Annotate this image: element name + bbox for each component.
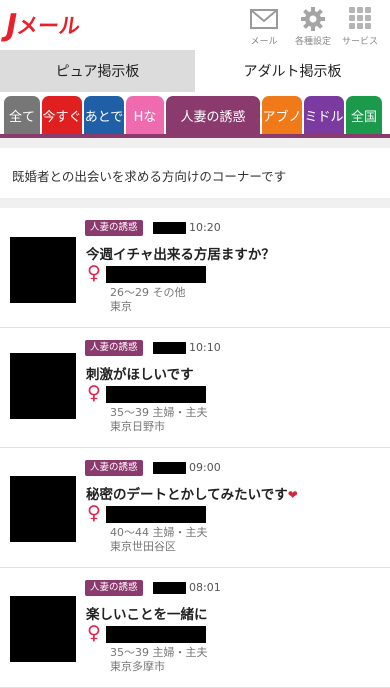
mail-button-label: メール xyxy=(250,37,278,47)
post-item[interactable]: 人妻の誘惑 08:01 楽しいことを一緒に ♀ 35〜39 主婦・主夫 東京多摩… xyxy=(0,568,390,688)
post-info: 35〜39 主婦・主夫 東京日野市 xyxy=(110,406,208,434)
category-tab-nationwide[interactable]: 全国 xyxy=(346,96,382,134)
category-badge: 人妻の誘惑 xyxy=(85,580,143,596)
app-header: J メール メール 各種設定 サービス xyxy=(0,0,390,50)
settings-button[interactable]: 各種設定 xyxy=(293,6,333,50)
post-title-text: 楽しいことを一緒に xyxy=(86,607,208,623)
mail-button[interactable]: メール xyxy=(244,6,284,50)
category-tabs: 全て 今すぐ あとで Hな 人妻の誘惑 アブノ ミドル 全国 xyxy=(0,96,390,134)
post-time: 09:00 xyxy=(189,461,221,474)
category-tab-h[interactable]: Hな xyxy=(126,96,164,134)
logo-text: メール xyxy=(15,14,82,38)
post-title-text: 秘密のデートとかしてみたいです xyxy=(86,487,288,503)
post-time: 08:01 xyxy=(189,581,221,594)
post-thumbnail[interactable] xyxy=(10,476,76,542)
redacted-nickname xyxy=(106,386,206,403)
post-title-text: 刺激がほしいです xyxy=(86,367,194,383)
category-tab-abnormal[interactable]: アブノ xyxy=(262,96,302,134)
category-tab-all[interactable]: 全て xyxy=(4,96,40,134)
board-tabs: ピュア掲示板 アダルト掲示板 xyxy=(0,50,390,92)
post-location: 東京多摩市 xyxy=(110,660,165,673)
post-title: 楽しいことを一緒に xyxy=(86,603,208,623)
post-item[interactable]: 人妻の誘惑 09:00 秘密のデートとかしてみたいです❤ ♀ 40〜44 主婦・… xyxy=(0,448,390,568)
services-button[interactable]: サービス xyxy=(340,6,380,50)
post-thumbnail[interactable] xyxy=(10,353,76,419)
section-divider xyxy=(0,138,390,148)
female-icon: ♀ xyxy=(87,382,101,404)
post-thumbnail[interactable] xyxy=(10,237,76,303)
female-icon: ♀ xyxy=(87,502,101,524)
category-tab-middle[interactable]: ミドル xyxy=(304,96,344,134)
category-badge: 人妻の誘惑 xyxy=(85,460,143,476)
redacted-name xyxy=(153,582,186,594)
post-title: 秘密のデートとかしてみたいです❤ xyxy=(86,483,298,503)
mail-icon xyxy=(250,9,278,29)
jmail-logo[interactable]: J メール xyxy=(6,11,82,41)
gear-icon xyxy=(301,7,325,31)
post-time: 10:20 xyxy=(189,221,221,234)
category-tab-now[interactable]: 今すぐ xyxy=(42,96,82,134)
post-location: 東京日野市 xyxy=(110,420,165,433)
grid-icon xyxy=(349,7,371,29)
category-badge: 人妻の誘惑 xyxy=(85,340,143,356)
post-item[interactable]: 人妻の誘惑 10:20 今週イチャ出来る方居ますか？ ♀ 26〜29 その他 東… xyxy=(0,208,390,328)
post-thumbnail[interactable] xyxy=(10,596,76,662)
post-location: 東京世田谷区 xyxy=(110,540,176,553)
post-info: 35〜39 主婦・主夫 東京多摩市 xyxy=(110,646,208,674)
post-item[interactable]: 人妻の誘惑 10:10 刺激がほしいです ♀ 35〜39 主婦・主夫 東京日野市 xyxy=(0,328,390,448)
redacted-nickname xyxy=(106,626,206,643)
post-age-occupation: 35〜39 主婦・主夫 xyxy=(110,406,208,419)
post-info: 40〜44 主婦・主夫 東京世田谷区 xyxy=(110,526,208,554)
category-tab-later[interactable]: あとで xyxy=(84,96,124,134)
post-title: 今週イチャ出来る方居ますか？ xyxy=(86,243,275,263)
redacted-nickname xyxy=(106,266,206,283)
redacted-name xyxy=(153,222,186,234)
corner-description: 既婚者との出会いを求める方向けのコーナーです xyxy=(12,169,287,184)
post-title-text: 今週イチャ出来る方居ますか？ xyxy=(86,247,275,263)
post-age-occupation: 40〜44 主婦・主夫 xyxy=(110,526,208,539)
female-icon: ♀ xyxy=(87,622,101,644)
redacted-name xyxy=(153,342,186,354)
post-info: 26〜29 その他 東京 xyxy=(110,286,186,314)
category-badge: 人妻の誘惑 xyxy=(85,220,143,236)
tab-adult-board[interactable]: アダルト掲示板 xyxy=(195,50,390,92)
redacted-name xyxy=(153,462,186,474)
services-button-label: サービス xyxy=(341,37,378,47)
post-time: 10:10 xyxy=(189,341,221,354)
post-age-occupation: 26〜29 その他 xyxy=(110,286,186,299)
settings-button-label: 各種設定 xyxy=(294,37,331,47)
redacted-nickname xyxy=(106,506,206,523)
post-age-occupation: 35〜39 主婦・主夫 xyxy=(110,646,208,659)
female-icon: ♀ xyxy=(87,262,101,284)
heart-icon: ❤ xyxy=(287,488,298,502)
category-tab-married[interactable]: 人妻の誘惑 xyxy=(166,96,260,134)
post-title: 刺激がほしいです xyxy=(86,363,194,383)
post-location: 東京 xyxy=(110,300,132,313)
tab-pure-board[interactable]: ピュア掲示板 xyxy=(0,50,195,92)
section-divider xyxy=(0,198,390,208)
